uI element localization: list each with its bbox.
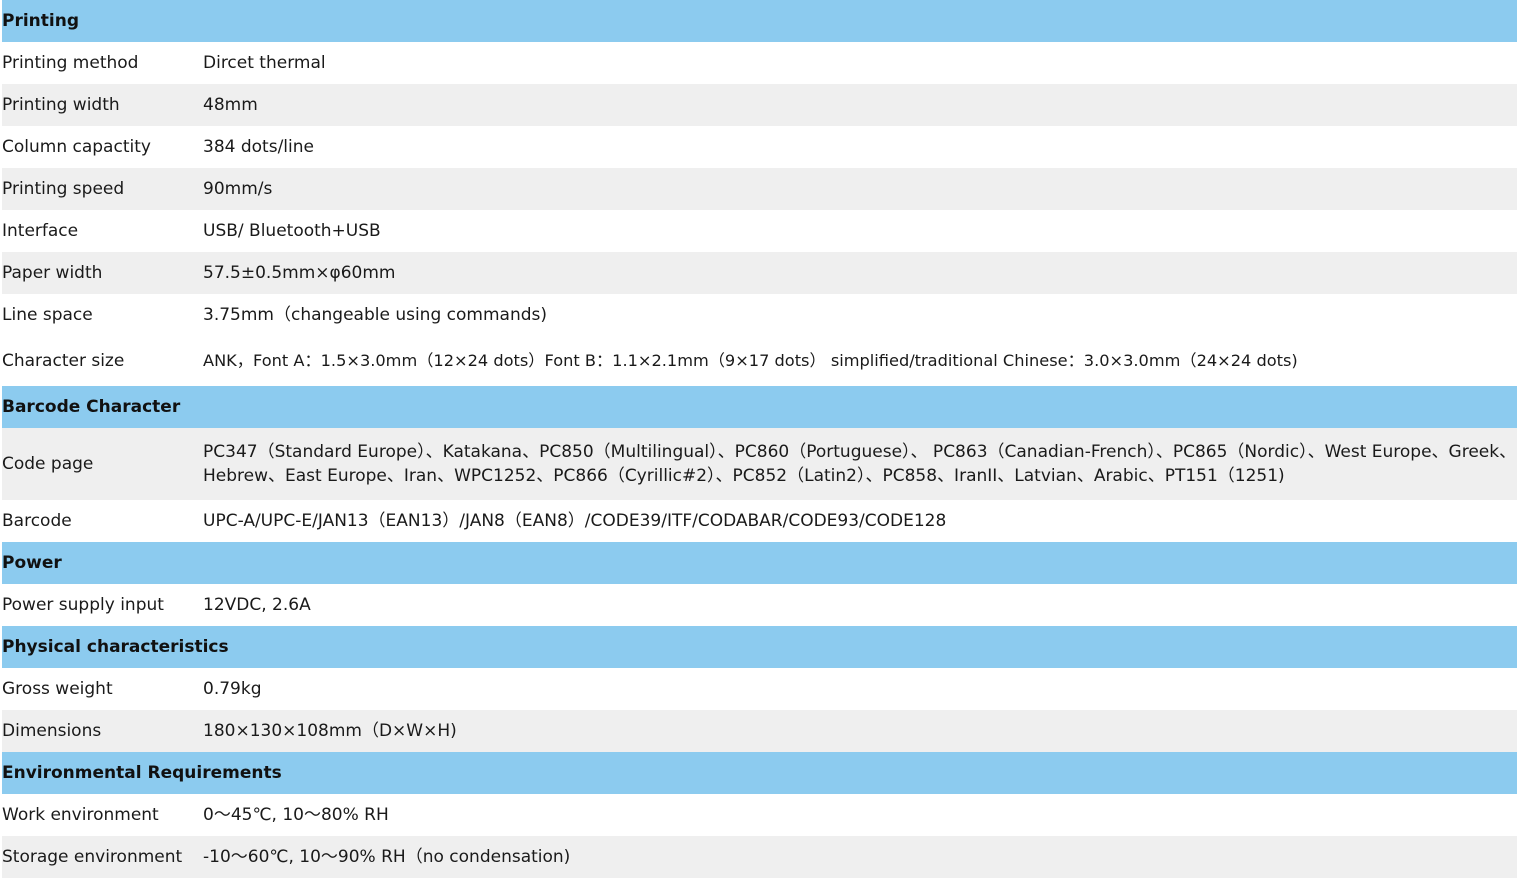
table-row: Character size ANK，Font A：1.5×3.0mm（12×2… xyxy=(2,336,1517,386)
spec-value: 0～45℃, 10～80% RH xyxy=(203,805,389,825)
spec-value: USB/ Bluetooth+USB xyxy=(203,221,381,241)
table-row: Gross weight 0.79kg xyxy=(2,668,1517,710)
spec-label: Line space xyxy=(2,305,93,325)
section-header-environmental-requirements: Environmental Requirements xyxy=(2,752,1517,794)
table-row: Dimensions 180×130×108mm（D×W×H) xyxy=(2,710,1517,752)
spec-value: 12VDC, 2.6A xyxy=(203,595,311,615)
spec-label: Printing speed xyxy=(2,168,203,210)
table-row: Column capactity 384 dots/line xyxy=(2,126,1517,168)
spec-label: Interface xyxy=(2,221,79,241)
section-title: Barcode Character xyxy=(2,386,1517,428)
table-row: Power supply input 12VDC, 2.6A xyxy=(2,584,1517,626)
spec-label: Printing width xyxy=(2,84,203,126)
table-row: Printing width 48mm xyxy=(2,84,1517,126)
spec-value: 90mm/s xyxy=(203,168,1517,210)
spec-label: Printing method xyxy=(2,53,139,73)
spec-value: ANK，Font A：1.5×3.0mm（12×24 dots）Font B：1… xyxy=(203,351,1298,370)
section-title: Printing xyxy=(2,0,1517,42)
table-row: Interface USB/ Bluetooth+USB xyxy=(2,210,1517,252)
spec-value: -10～60℃, 10～90% RH（no condensation) xyxy=(203,836,1517,878)
section-header-physical-characteristics: Physical characteristics xyxy=(2,626,1517,668)
table-row: Storage environment -10～60℃, 10～90% RH（n… xyxy=(2,836,1517,878)
spec-label: Barcode xyxy=(2,511,72,531)
spec-value: 180×130×108mm（D×W×H) xyxy=(203,710,1517,752)
spec-label: Code page xyxy=(2,428,203,500)
spec-label: Paper width xyxy=(2,252,203,294)
spec-label: Power supply input xyxy=(2,595,164,615)
spec-value: UPC-A/UPC-E/JAN13（EAN13）/JAN8（EAN8）/CODE… xyxy=(203,511,947,531)
table-row: Barcode UPC-A/UPC-E/JAN13（EAN13）/JAN8（EA… xyxy=(2,500,1517,542)
table-row: Work environment 0～45℃, 10～80% RH xyxy=(2,794,1517,836)
spec-label: Column capactity xyxy=(2,137,151,157)
table-row: Paper width 57.5±0.5mm×φ60mm xyxy=(2,252,1517,294)
spec-value: 3.75mm（changeable using commands) xyxy=(203,305,547,325)
section-title: Physical characteristics xyxy=(2,626,1517,668)
spec-label: Character size xyxy=(2,351,125,371)
table-row: Printing speed 90mm/s xyxy=(2,168,1517,210)
spec-label: Storage environment xyxy=(2,836,203,878)
spec-label: Work environment xyxy=(2,805,159,825)
spec-value: 0.79kg xyxy=(203,679,262,699)
spec-value: 57.5±0.5mm×φ60mm xyxy=(203,252,1517,294)
section-title: Power xyxy=(2,542,1517,584)
spec-table: Printing Printing method Dircet thermal … xyxy=(2,0,1517,878)
table-row: Line space 3.75mm（changeable using comma… xyxy=(2,294,1517,336)
section-header-printing: Printing xyxy=(2,0,1517,42)
section-header-power: Power xyxy=(2,542,1517,584)
spec-label: Dimensions xyxy=(2,710,203,752)
table-row: Code page PC347（Standard Europe）、Katakan… xyxy=(2,428,1517,500)
section-header-barcode-character: Barcode Character xyxy=(2,386,1517,428)
spec-value: Dircet thermal xyxy=(203,53,326,73)
spec-value: 384 dots/line xyxy=(203,137,314,157)
spec-value: 48mm xyxy=(203,84,1517,126)
spec-value: PC347（Standard Europe）、Katakana、PC850（Mu… xyxy=(203,428,1517,500)
section-title: Environmental Requirements xyxy=(2,752,1517,794)
table-row: Printing method Dircet thermal xyxy=(2,42,1517,84)
spec-label: Gross weight xyxy=(2,679,113,699)
